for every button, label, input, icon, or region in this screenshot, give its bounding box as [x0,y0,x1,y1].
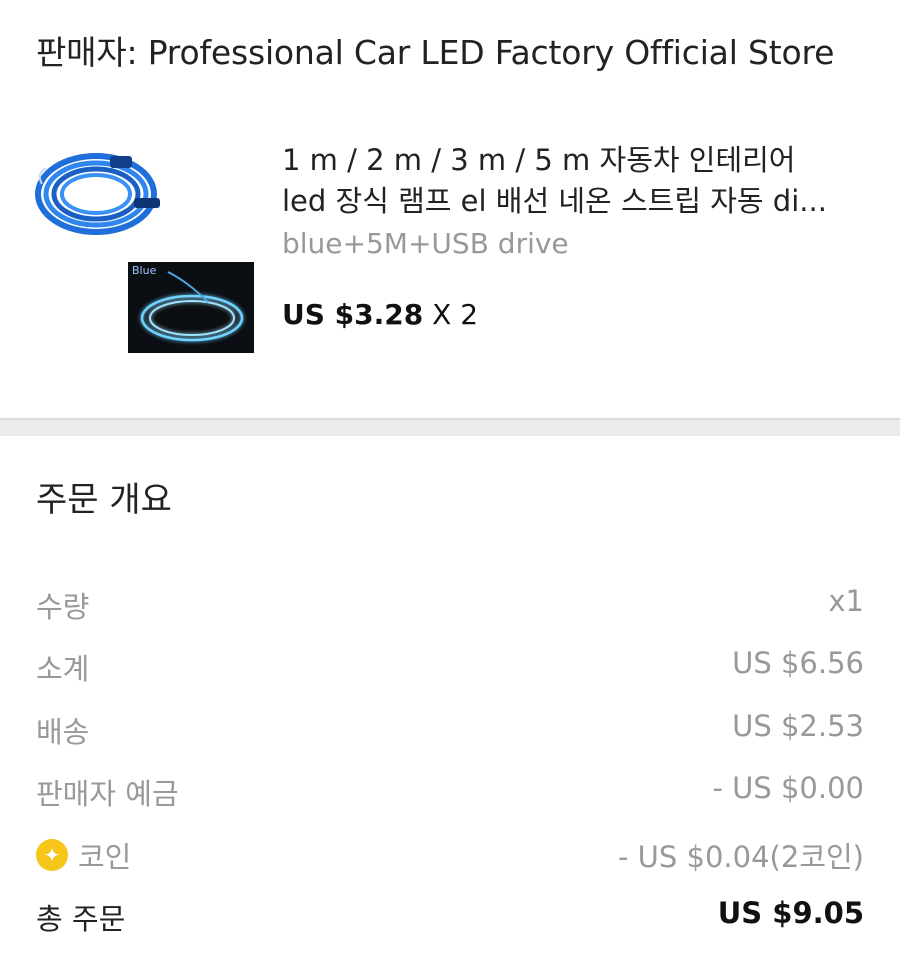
summary-row-total: 총 주문 US $9.05 [36,896,864,940]
order-summary-title: 주문 개요 [36,480,172,520]
summary-value: x1 [828,584,864,618]
summary-label-with-icon: 코인 [36,834,131,876]
section-divider [0,418,900,436]
product-variant: blue+5M+USB drive [282,227,569,260]
coin-icon [36,839,68,871]
unit-price: US $3.28 [282,298,424,331]
summary-value: - US $0.04(2코인) [618,840,864,874]
summary-value: US $2.53 [732,709,864,743]
led-wire-coil-image [35,153,160,235]
summary-row-seller-deposit: 판매자 예금 - US $0.00 [36,771,864,815]
thumb-tag: Blue [132,264,157,277]
summary-row-quantity: 수량 x1 [36,584,864,628]
product-thumbnail[interactable]: Blue [34,134,256,354]
summary-value: US $6.56 [732,646,864,680]
summary-label: 배송 [36,715,90,749]
order-total-value: US $9.05 [717,896,864,930]
product-title[interactable]: 1 m / 2 m / 3 m / 5 m 자동차 인테리어 led 장식 램프… [282,140,872,222]
summary-row-subtotal: 소계 US $6.56 [36,646,864,690]
summary-label: 코인 [78,840,132,874]
summary-label: 수량 [36,590,90,624]
summary-label: 판매자 예금 [36,777,179,811]
summary-row-coins[interactable]: 코인 - US $0.04(2코인) [36,834,864,878]
summary-label: 소계 [36,652,90,686]
price-row: US $3.28 X 2 [282,298,478,331]
led-glow-image: Blue [128,262,254,353]
summary-label: 총 주문 [36,902,126,936]
summary-row-shipping: 배송 US $2.53 [36,709,864,753]
seller-name[interactable]: 판매자: Professional Car LED Factory Offici… [36,26,834,74]
summary-value: - US $0.00 [712,771,864,805]
product-title-line-1: 1 m / 2 m / 3 m / 5 m 자동차 인테리어 [282,143,796,177]
quantity-multiplier: X 2 [423,298,479,331]
product-title-line-2: led 장식 램프 el 배선 네온 스트립 자동 di... [282,184,827,218]
